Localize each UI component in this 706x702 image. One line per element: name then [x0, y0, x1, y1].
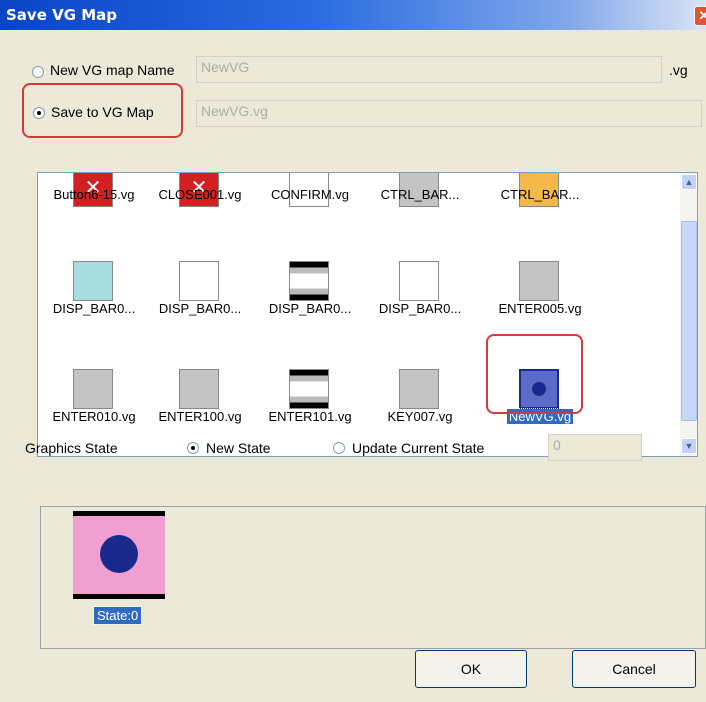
thumbnail-item[interactable]: ENTER005.vg — [486, 255, 594, 325]
state-preview-panel: State:0 — [40, 506, 706, 649]
scroll-thumb[interactable] — [681, 221, 697, 421]
update-current-state-radio[interactable] — [333, 442, 345, 454]
thumbnail-caption: DISP_BAR0... — [158, 301, 242, 316]
disp-bar-cyan-icon — [73, 261, 113, 301]
thumbnail-item[interactable]: DISP_BAR0... — [40, 255, 148, 325]
close-icon[interactable]: ✕ — [694, 6, 706, 26]
thumbnail-caption: ENTER010.vg — [52, 409, 136, 424]
ok-button[interactable]: OK — [415, 650, 527, 688]
thumbnail-caption: DISP_BAR0... — [378, 301, 462, 316]
thumbnail-caption: KEY007.vg — [387, 409, 453, 424]
graphics-state-label: Graphics State — [25, 440, 118, 456]
new-state-radio[interactable] — [187, 442, 199, 454]
thumbnail-item[interactable]: ✕ Button6-15.vg — [40, 173, 148, 243]
thumbnail-item[interactable]: ENTER100.vg — [146, 363, 254, 433]
thumbnail-caption: CONFIRM.vg — [271, 187, 349, 202]
enter-gray-icon — [519, 261, 559, 301]
save-to-vg-map-input[interactable]: NewVG.vg — [196, 100, 702, 127]
cancel-button[interactable]: Cancel — [572, 650, 696, 688]
pink-state-circle-icon[interactable] — [73, 511, 165, 599]
save-to-vg-map-radio[interactable] — [33, 107, 45, 119]
disp-bar-striped-icon — [289, 261, 329, 301]
update-state-input[interactable]: 0 — [548, 434, 642, 461]
thumbnail-caption: DISP_BAR0... — [268, 301, 352, 316]
new-state-label: New State — [206, 440, 271, 456]
scroll-up-icon[interactable]: ▲ — [681, 174, 697, 190]
save-to-vg-map-label: Save to VG Map — [51, 104, 154, 120]
thumbnail-item[interactable]: DISP_BAR0... — [256, 255, 364, 325]
enter-gray-icon — [73, 369, 113, 409]
new-vg-map-name-input[interactable]: NewVG — [196, 56, 662, 83]
state-label: State:0 — [92, 606, 143, 625]
thumbnail-item[interactable]: CTRL_BAR... — [366, 173, 474, 243]
thumbnail-caption: ENTER100.vg — [158, 409, 242, 424]
thumbnail-item[interactable]: KEY007.vg — [366, 363, 474, 433]
disp-bar-white-icon — [179, 261, 219, 301]
vg-thumbnail-list[interactable]: NewVG.vg KEY007.vg ENTER101.vg ENTER100.vg E… — [37, 172, 698, 457]
thumbnail-caption: CTRL_BAR... — [500, 187, 580, 202]
thumbnail-caption: CTRL_BAR... — [380, 187, 460, 202]
new-vg-map-radio[interactable] — [32, 66, 44, 78]
new-vg-map-label: New VG map Name — [50, 62, 175, 78]
thumbnail-caption: ENTER005.vg — [498, 301, 582, 316]
thumbnail-item[interactable]: DISP_BAR0... — [146, 255, 254, 325]
thumbnail-item[interactable]: ENTER010.vg — [40, 363, 148, 433]
thumbnail-item[interactable]: CONFIRM.vg — [256, 173, 364, 243]
vertical-scrollbar[interactable]: ▲ ▼ — [680, 173, 697, 456]
key-gray-icon — [399, 369, 439, 409]
thumbnail-caption: DISP_BAR0... — [52, 301, 136, 316]
thumbnail-item[interactable]: DISP_BAR0... — [366, 255, 474, 325]
vg-extension-label: .vg — [669, 62, 688, 78]
disp-bar-black-white-icon — [399, 261, 439, 301]
dialog-body: New VG map Name NewVG .vg Save to VG Map… — [0, 30, 706, 702]
thumbnail-item[interactable]: CTRL_BAR... — [486, 173, 594, 243]
title-bar: Save VG Map ✕ — [0, 0, 706, 30]
thumbnail-caption: CLOSE001.vg — [158, 187, 242, 202]
thumbnail-item[interactable]: ENTER101.vg — [256, 363, 364, 433]
enter-striped-icon — [289, 369, 329, 409]
thumbnail-item[interactable]: ✕ CLOSE001.vg — [146, 173, 254, 243]
update-current-state-label: Update Current State — [352, 440, 485, 456]
window-title: Save VG Map — [6, 6, 118, 24]
thumbnail-caption: Button6-15.vg — [53, 187, 135, 202]
enter-gray-icon — [179, 369, 219, 409]
newvg-highlight — [486, 334, 583, 414]
scroll-down-icon[interactable]: ▼ — [681, 438, 697, 454]
thumbnail-caption: ENTER101.vg — [268, 409, 352, 424]
